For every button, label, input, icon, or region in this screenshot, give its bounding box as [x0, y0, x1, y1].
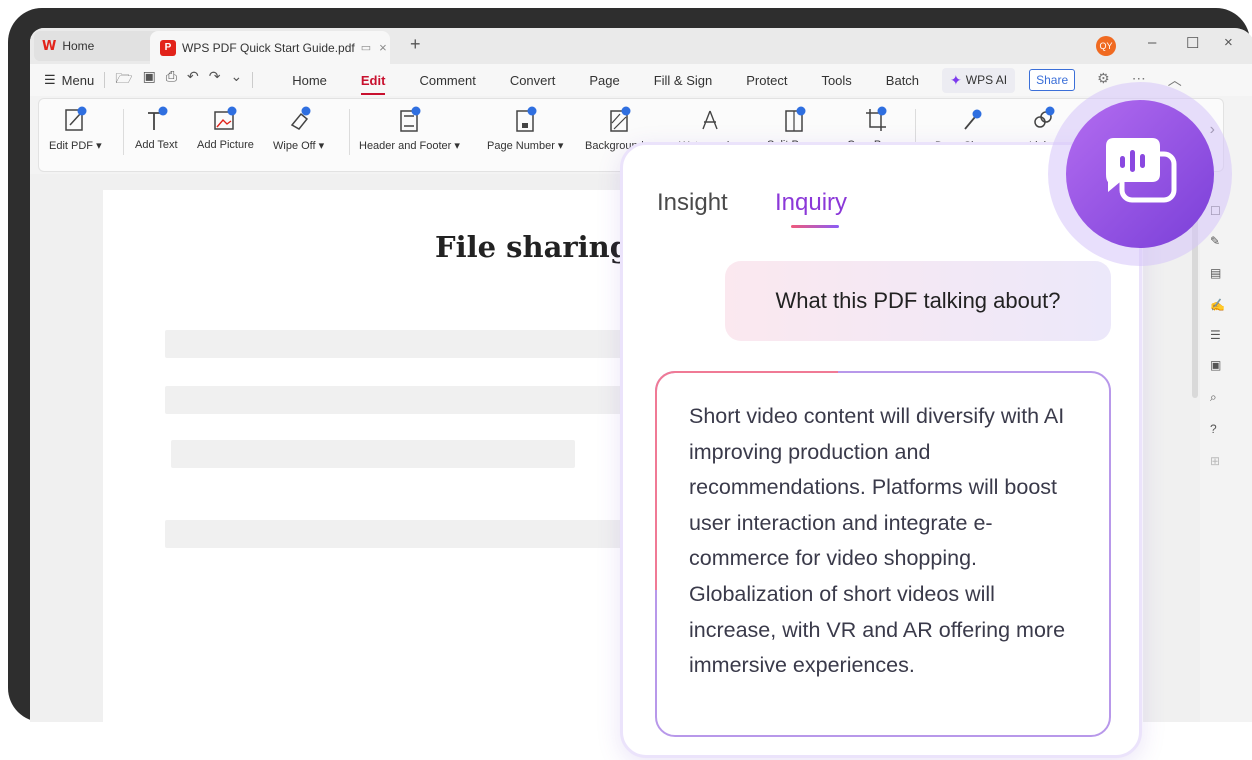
edit-icon[interactable]: ✎	[1210, 234, 1220, 248]
watermark-icon	[697, 105, 723, 133]
page-title: File sharing	[435, 230, 631, 264]
tab-bar: W Home P WPS PDF Quick Start Guide.pdf ▭…	[30, 28, 1252, 64]
tool-label: Wipe Off ▾	[273, 140, 325, 152]
tab-inquiry[interactable]: Inquiry	[775, 189, 847, 217]
screen-icon[interactable]: ▭	[361, 41, 371, 54]
main-menu: Home Edit Comment Convert Page Fill & Si…	[275, 73, 936, 95]
divider	[123, 109, 124, 155]
add-picture-icon	[212, 105, 238, 133]
right-side-panel: ☐ ✎ ▤ ✍ ☰ ▣ ⌕ ? ⊞	[1202, 174, 1234, 722]
tool-label: Add Picture	[197, 139, 254, 151]
header-footer-tool[interactable]: Header and Footer ▾	[359, 105, 460, 163]
text-placeholder	[165, 330, 645, 358]
apps-icon[interactable]: ⊞	[1210, 454, 1220, 468]
tab-document-label: WPS PDF Quick Start Guide.pdf	[182, 40, 355, 55]
header-footer-icon	[396, 105, 422, 133]
tool-label: Edit PDF ▾	[49, 140, 102, 152]
wipe-off-tool[interactable]: Wipe Off ▾	[273, 105, 324, 163]
menu-page[interactable]: Page	[589, 73, 619, 88]
minimize-button[interactable]: –	[1148, 34, 1156, 51]
redo-icon[interactable]: ↷	[209, 68, 221, 92]
split-paper-icon	[781, 105, 807, 133]
draw-shapes-icon	[959, 105, 985, 133]
text-placeholder	[165, 520, 645, 548]
search-icon[interactable]: ⌕	[1210, 390, 1217, 405]
sparkle-icon: ✦	[950, 71, 962, 88]
new-tab-button[interactable]: +	[410, 34, 421, 55]
ai-answer-card: Short video content will diversify with …	[655, 371, 1111, 737]
chat-bubbles-icon	[1106, 138, 1177, 203]
close-window-button[interactable]: ×	[1224, 34, 1233, 51]
menu-bar: ☰ Menu 🗁 ▣ ⎙ ↶ ↷ ⌄ Home Edit Comment Con…	[30, 64, 1252, 96]
share-button[interactable]: Share	[1029, 69, 1076, 91]
menu-home[interactable]: Home	[292, 73, 327, 88]
wps-ai-label: WPS AI	[965, 73, 1008, 87]
edit-pdf-tool[interactable]: Edit PDF ▾	[49, 105, 102, 163]
link-icon	[1030, 105, 1056, 133]
background-icon	[606, 105, 632, 133]
eraser-icon	[286, 105, 312, 133]
menu-batch[interactable]: Batch	[886, 73, 919, 88]
maximize-button[interactable]: ☐	[1186, 34, 1199, 52]
menu-protect[interactable]: Protect	[746, 73, 787, 88]
add-text-icon	[143, 105, 169, 133]
menu-label: Menu	[61, 72, 95, 88]
tool-label: Add Text	[135, 139, 178, 151]
pdf-file-icon: P	[160, 39, 176, 56]
print-icon[interactable]: ⎙	[166, 68, 177, 92]
undo-icon[interactable]: ↶	[187, 68, 199, 92]
hamburger-icon: ☰	[44, 72, 56, 87]
sign-icon[interactable]: ✍	[1210, 298, 1225, 312]
answer-text: Short video content will diversify with …	[689, 404, 1066, 678]
edit-pdf-icon	[62, 105, 88, 133]
divider	[349, 109, 350, 155]
avatar[interactable]: QY	[1096, 36, 1116, 56]
quick-access-toolbar: 🗁 ▣ ⎙ ↶ ↷ ⌄	[115, 68, 242, 92]
tab-document[interactable]: P WPS PDF Quick Start Guide.pdf ▭ ×	[150, 31, 390, 64]
save-icon[interactable]: ▣	[1210, 358, 1221, 372]
tool-label: Header and Footer ▾	[359, 140, 460, 152]
tab-home[interactable]: W Home	[34, 31, 164, 61]
menu-button[interactable]: ☰ Menu	[44, 72, 94, 88]
page-number-tool[interactable]: Page Number ▾	[487, 105, 563, 163]
ai-chat-button[interactable]	[1066, 100, 1214, 248]
tab-home-label: Home	[62, 39, 95, 53]
menu-edit[interactable]: Edit	[360, 73, 385, 95]
help-icon[interactable]: ?	[1210, 422, 1217, 436]
text-placeholder	[165, 386, 645, 414]
menu-comment[interactable]: Comment	[419, 73, 475, 88]
text-placeholder	[171, 440, 575, 468]
close-tab-icon[interactable]: ×	[379, 40, 387, 55]
chevron-down-icon[interactable]: ⌄	[230, 68, 242, 92]
add-text-tool[interactable]: Add Text	[135, 105, 178, 163]
save-icon[interactable]: ▣	[143, 68, 156, 92]
question-text: What this PDF talking about?	[775, 288, 1061, 313]
open-folder-icon[interactable]: 🗁	[115, 68, 132, 92]
document-icon[interactable]: ▤	[1210, 266, 1221, 280]
crop-paper-icon	[862, 105, 888, 133]
list-icon[interactable]: ☰	[1210, 328, 1221, 342]
wps-ai-button[interactable]: ✦ WPS AI	[942, 67, 1016, 93]
add-picture-tool[interactable]: Add Picture	[197, 105, 254, 163]
user-question-bubble: What this PDF talking about?	[725, 261, 1111, 341]
active-tab-indicator	[791, 225, 839, 228]
menu-convert[interactable]: Convert	[510, 73, 556, 88]
divider	[104, 72, 106, 88]
menu-tools[interactable]: Tools	[821, 73, 851, 88]
wps-logo-icon: W	[42, 38, 57, 54]
page-number-icon	[512, 105, 538, 133]
tab-insight[interactable]: Insight	[657, 189, 728, 217]
menu-fill-sign[interactable]: Fill & Sign	[654, 73, 713, 88]
ai-chat-panel: Insight Inquiry What this PDF talking ab…	[620, 142, 1142, 758]
tool-label: Page Number ▾	[487, 140, 564, 152]
divider	[252, 72, 254, 88]
